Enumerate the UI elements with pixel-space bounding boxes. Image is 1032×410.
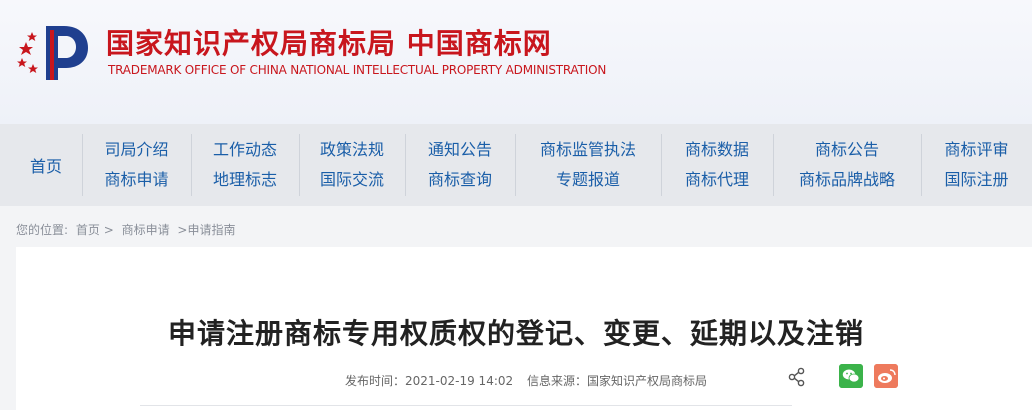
- nav-column-1: 司局介绍 商标申请: [82, 124, 191, 206]
- nav-link-international-exchange[interactable]: 国际交流: [320, 169, 384, 191]
- breadcrumb: 您的位置: 首页 > 商标申请 >申请指南: [16, 221, 239, 238]
- wechat-icon[interactable]: [839, 364, 863, 388]
- nav-link-international-registration[interactable]: 国际注册: [944, 169, 1008, 191]
- nav-column-4: 通知公告 商标查询: [405, 124, 515, 206]
- nav-link-brand-strategy[interactable]: 商标品牌战略: [799, 169, 895, 191]
- nav-link-trademark-application[interactable]: 商标申请: [104, 169, 168, 191]
- article-title: 申请注册商标专用权质权的登记、变更、延期以及注销: [167, 317, 864, 350]
- cnipa-logo-icon[interactable]: [16, 20, 100, 84]
- nav-link-special-reports[interactable]: 专题报道: [556, 169, 620, 191]
- nav-link-policies[interactable]: 政策法规: [320, 139, 384, 161]
- nav-link-trademark-agency[interactable]: 商标代理: [685, 169, 749, 191]
- content-divider: [140, 405, 792, 406]
- main-nav: 首页 司局介绍 商标申请 工作动态 地理标志 政策法规 国际交流 通知公告 商标…: [0, 124, 1032, 206]
- info-source: 信息来源：国家知识产权局商标局: [526, 374, 707, 388]
- nav-column-8: 商标评审 国际注册: [921, 124, 1032, 206]
- weibo-icon[interactable]: [874, 364, 898, 388]
- breadcrumb-home-link[interactable]: 首页 >: [76, 223, 114, 237]
- nav-column-3: 政策法规 国际交流: [299, 124, 405, 206]
- nav-link-enforcement[interactable]: 商标监管执法: [540, 139, 636, 161]
- nav-link-trademark-data[interactable]: 商标数据: [685, 139, 749, 161]
- nav-link-notices[interactable]: 通知公告: [428, 139, 492, 161]
- nav-link-geographical-indications[interactable]: 地理标志: [213, 169, 277, 191]
- nav-link-bureau-intro[interactable]: 司局介绍: [104, 139, 168, 161]
- site-title-en: TRADEMARK OFFICE OF CHINA NATIONAL INTEL…: [108, 63, 607, 77]
- share-icon[interactable]: [787, 367, 807, 387]
- nav-link-trademark-gazette[interactable]: 商标公告: [815, 139, 879, 161]
- nav-column-2: 工作动态 地理标志: [191, 124, 299, 206]
- nav-home-link[interactable]: 首页: [0, 124, 92, 206]
- site-title-cn[interactable]: 国家知识产权局商标局 中国商标网: [106, 22, 552, 62]
- breadcrumb-current: >申请指南: [177, 223, 236, 237]
- nav-column-5: 商标监管执法 专题报道: [515, 124, 661, 206]
- nav-link-trademark-review[interactable]: 商标评审: [944, 139, 1008, 161]
- nav-column-7: 商标公告 商标品牌战略: [773, 124, 921, 206]
- publish-time: 发布时间：2021-02-19 14:02: [345, 374, 514, 388]
- nav-column-6: 商标数据 商标代理: [661, 124, 773, 206]
- nav-link-work-news[interactable]: 工作动态: [213, 139, 277, 161]
- site-header: 国家知识产权局商标局 中国商标网 TRADEMARK OFFICE OF CHI…: [0, 0, 1032, 124]
- article-meta: 发布时间：2021-02-19 14:02 信息来源：国家知识产权局商标局: [345, 372, 717, 389]
- nav-link-trademark-search[interactable]: 商标查询: [428, 169, 492, 191]
- breadcrumb-trademark-application-link[interactable]: 商标申请: [122, 223, 170, 237]
- breadcrumb-label: 您的位置:: [16, 223, 69, 237]
